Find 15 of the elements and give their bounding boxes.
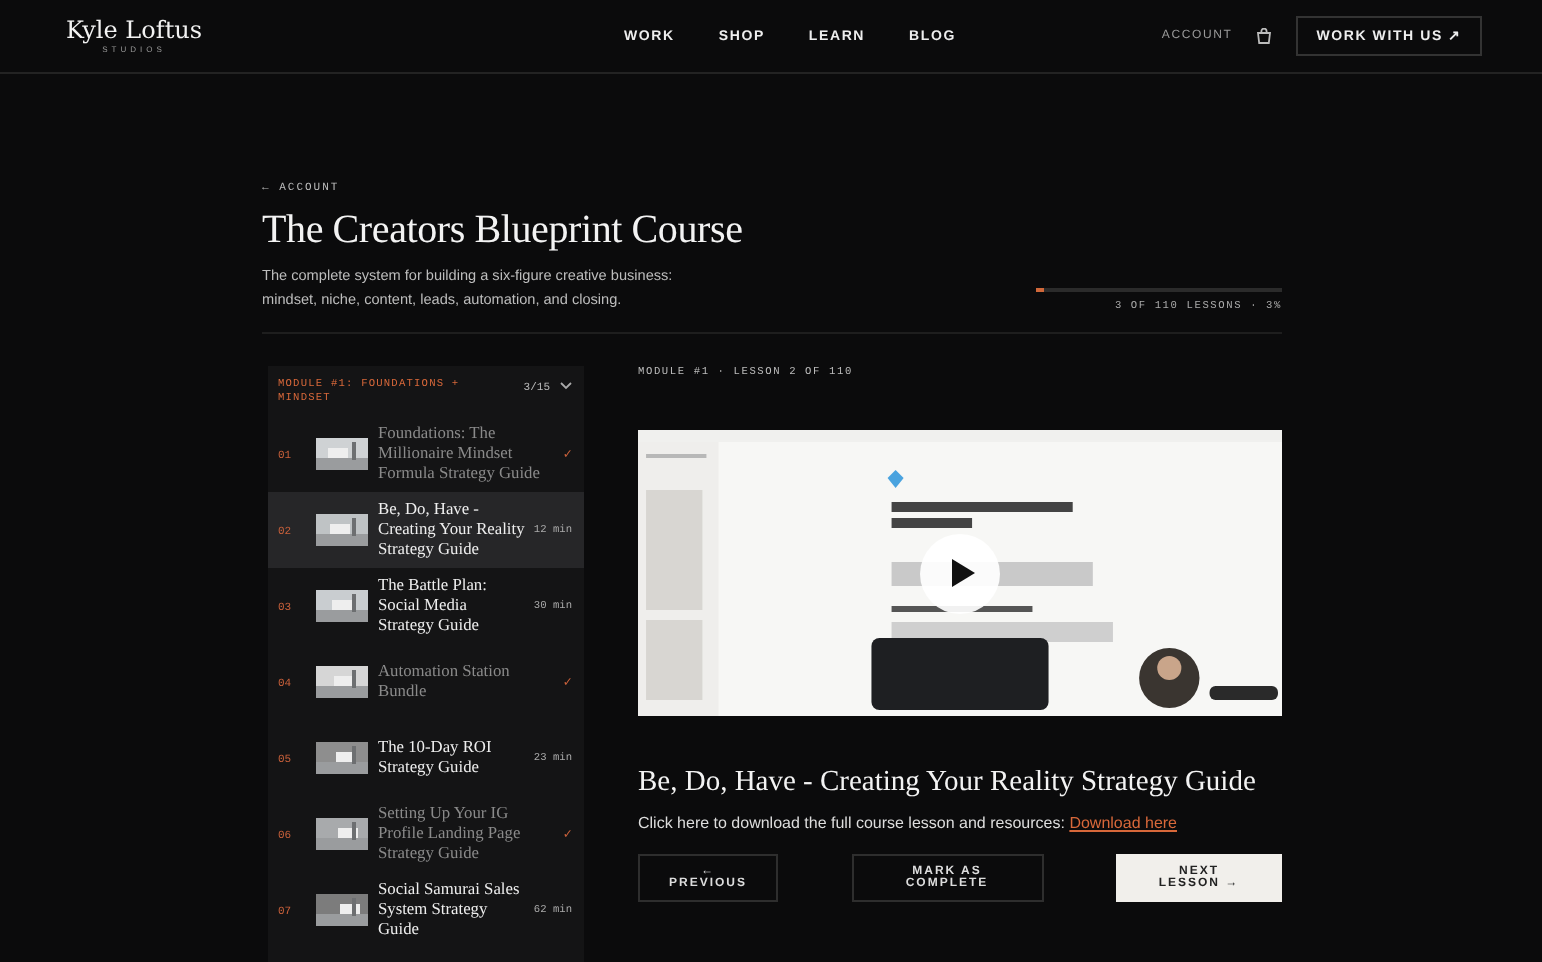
lesson-title: The Battle Plan: Social Media Strategy Guide [378,576,489,636]
download-link[interactable]: Download here [1069,814,1177,832]
lesson-title: Be, Do, Have - Creating Your Reality Strategy Guide [378,500,526,560]
course-title: The Creators Blueprint Course [262,208,745,254]
lesson-title: Social Samurai Sales System Strategy Guide [378,880,522,940]
lesson-title: Foundations: The Millionaire Mindset Formula Strategy Guide [378,424,542,484]
lesson-title: Setting Up Your IG Profile Landing Page Strategy Guide [378,804,523,864]
chevron-icon[interactable] [560,382,572,390]
download-text: Click here to download the full course lesson and resources: [638,814,1065,832]
lesson-title: The 10-Day ROI Strategy Guide [378,738,494,778]
lesson-title-heading: Be, Do, Have - Creating Your Reality Strategy Guide [638,766,1258,800]
shopping-bag-icon[interactable] [1256,28,1273,44]
brand-name[interactable]: Kyle Loftus [65,18,203,44]
lesson-title: Automation Station Bundle [378,662,512,702]
play-icon [950,558,976,588]
